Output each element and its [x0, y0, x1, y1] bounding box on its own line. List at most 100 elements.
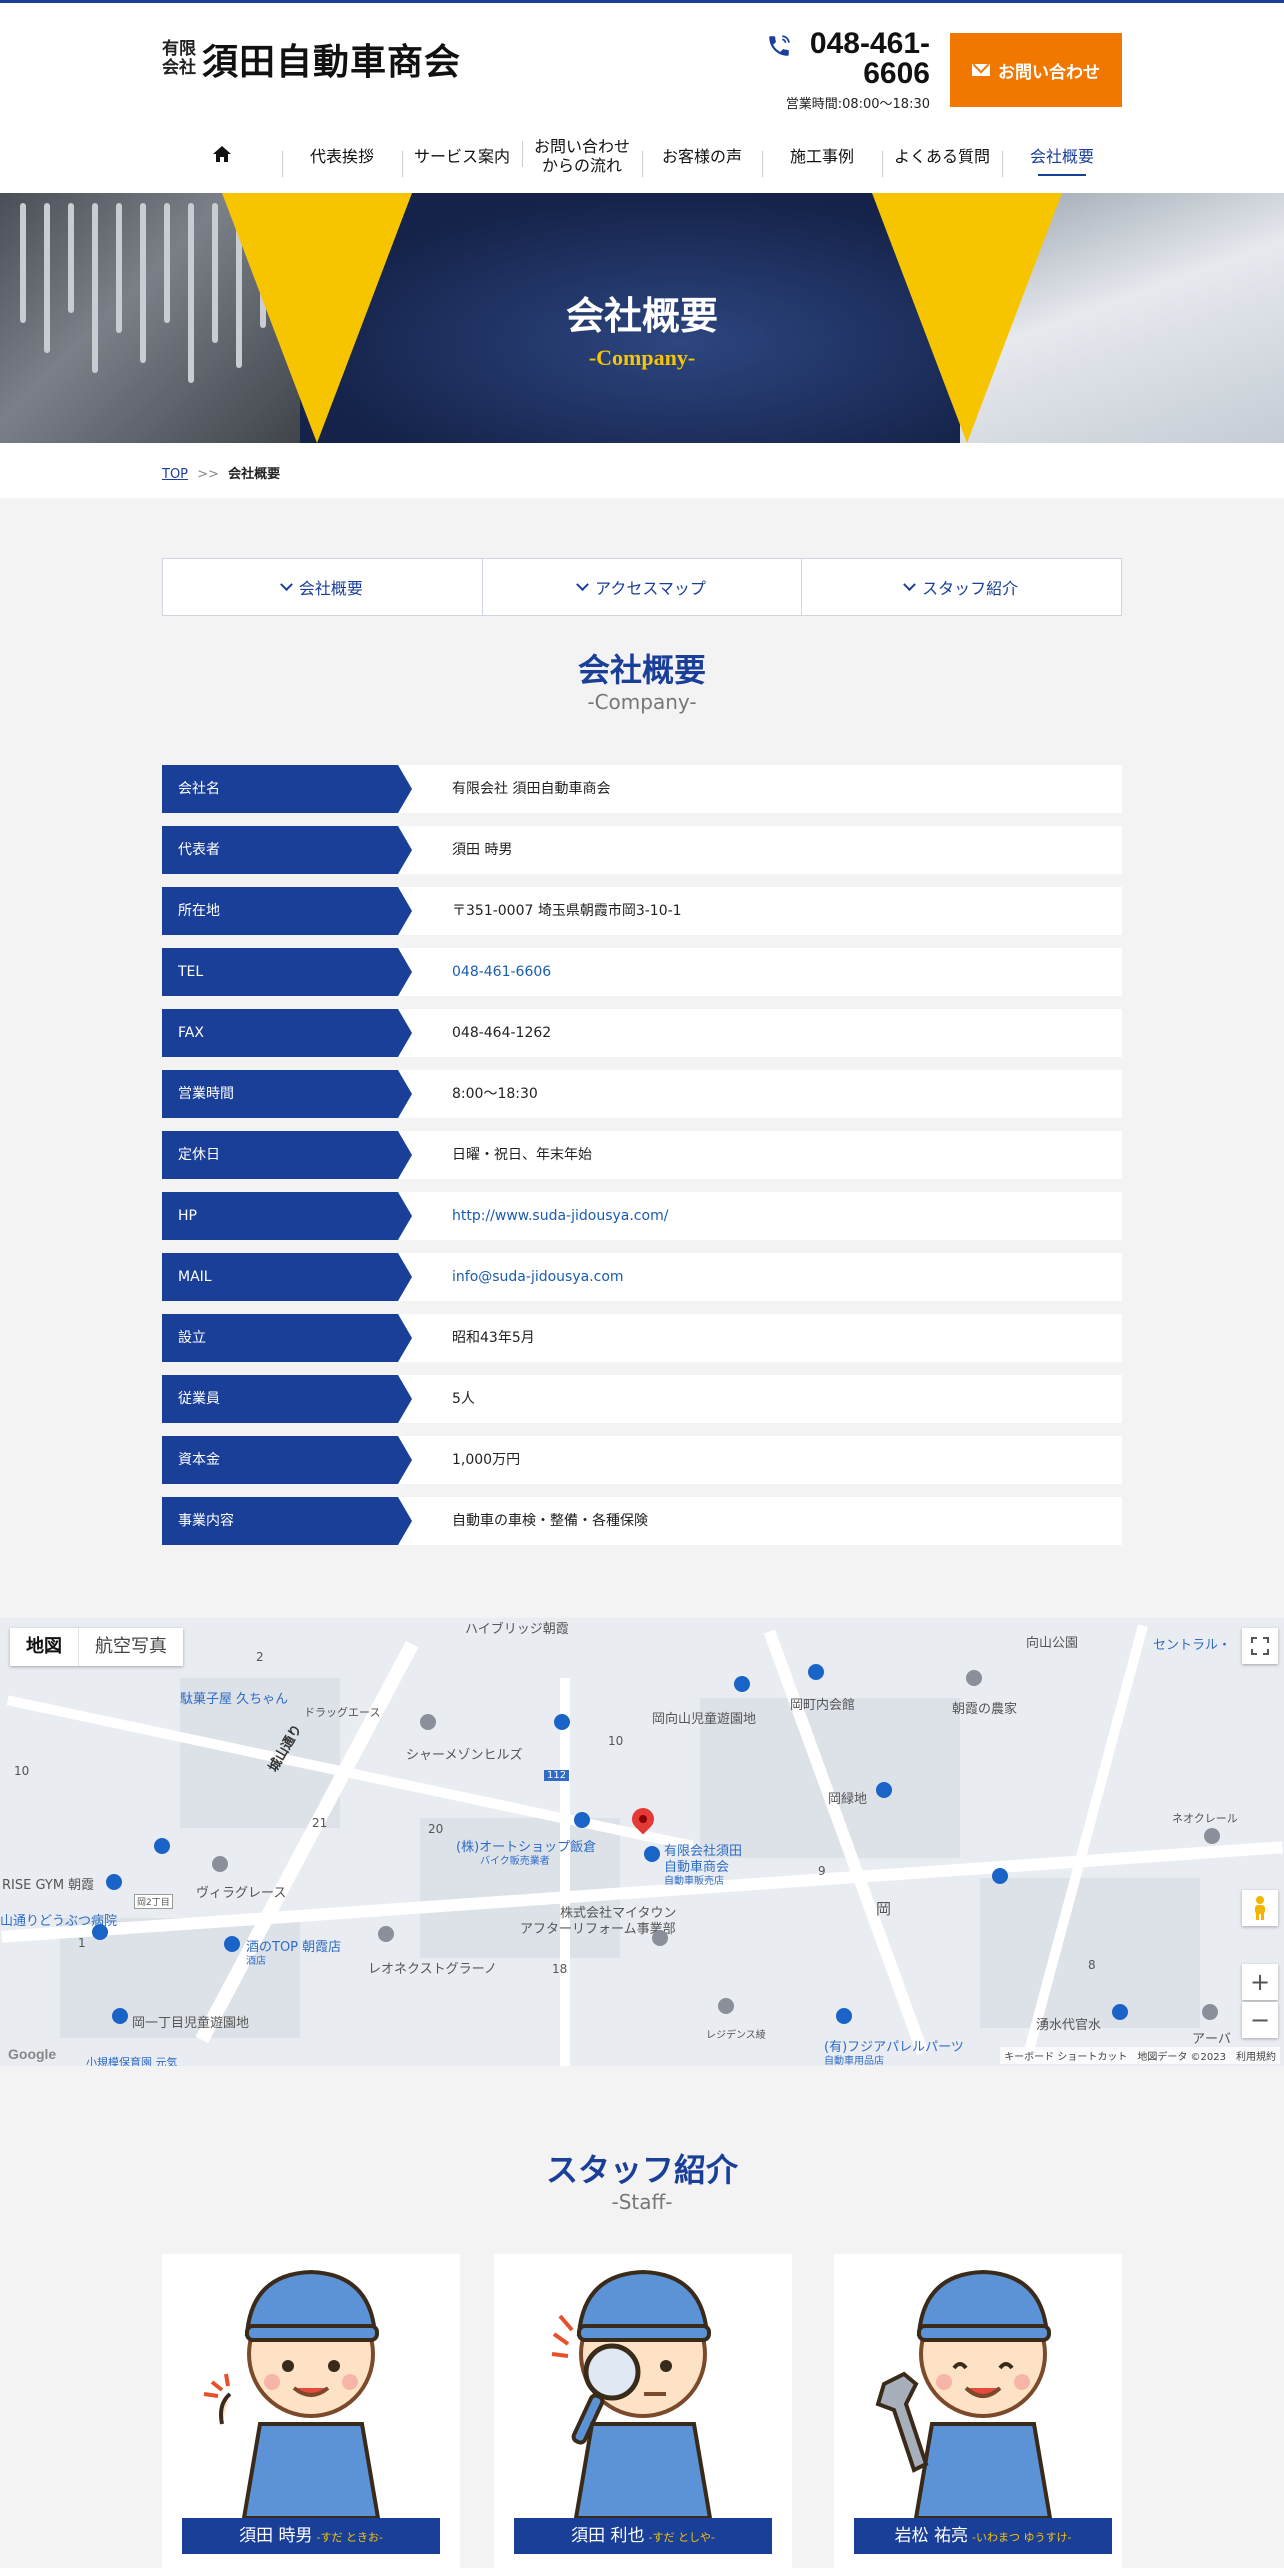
tab-company[interactable]: 会社概要	[162, 558, 483, 616]
map-poi-icon[interactable]	[808, 1664, 824, 1680]
hero-subtitle: -Company-	[588, 345, 696, 370]
zoom-in-button[interactable]: +	[1242, 1964, 1278, 2000]
company-section-title: 会社概要	[577, 651, 706, 689]
staff-card: 須田 利也 -すだ としや-	[494, 2254, 792, 2568]
breadcrumb: TOP >> 会社概要	[162, 463, 280, 482]
breadcrumb-home-link[interactable]: TOP	[162, 467, 188, 482]
company-section-subtitle: -Company-	[587, 690, 697, 714]
main-nav: 代表挨拶 サービス案内 お問い合わせ からの流れ お客様の声 施工事例 よくある…	[162, 131, 1122, 181]
table-row: 所在地 〒351-0007 埼玉県朝霞市岡3-10-1	[162, 887, 1122, 935]
map-poi-icon[interactable]	[992, 1868, 1008, 1884]
home-icon	[213, 146, 231, 162]
map-poi-icon[interactable]	[1202, 2004, 1218, 2020]
map-poi-icon[interactable]	[574, 1812, 590, 1828]
fullscreen-button[interactable]	[1242, 1628, 1278, 1664]
map-type-map-button[interactable]: 地図	[10, 1628, 78, 1666]
breadcrumb-separator: >>	[197, 467, 219, 482]
nav-services[interactable]: サービス案内	[402, 147, 522, 177]
map-poi-icon[interactable]	[212, 1856, 228, 1872]
nav-company[interactable]: 会社概要	[1002, 147, 1122, 177]
company-info-table: 会社名 有限会社 須田自動車商会 代表者 須田 時男 所在地 〒351-0007 埼玉…	[162, 765, 1122, 1558]
table-row: 資本金 1,000万円	[162, 1436, 1122, 1484]
tab-staff[interactable]: スタッフ紹介	[802, 558, 1123, 616]
nav-home[interactable]	[162, 145, 282, 167]
homepage-link[interactable]: http://www.suda-jidousya.com/	[452, 1192, 668, 1240]
nav-faq[interactable]: よくある質問	[882, 147, 1002, 177]
map-poi-icon[interactable]	[644, 1846, 660, 1862]
map-poi-icon[interactable]	[92, 1924, 108, 1940]
table-row: TEL 048-461-6606	[162, 948, 1122, 996]
table-row: 代表者 須田 時男	[162, 826, 1122, 874]
staff-illustration-pointing	[203, 2269, 381, 2520]
contact-button-label: お問い合わせ	[998, 62, 1100, 83]
map-type-control: 地図 航空写真	[10, 1628, 183, 1666]
nav-greeting[interactable]: 代表挨拶	[282, 147, 402, 177]
hero-title: 会社概要	[565, 294, 718, 338]
map-poi-icon[interactable]	[554, 1714, 570, 1730]
fullscreen-icon	[1251, 1637, 1269, 1655]
table-row: 従業員 5人	[162, 1375, 1122, 1423]
staff-name: 須田 利也 -すだ としや-	[514, 2518, 772, 2554]
staff-card: 須田 時男 -すだ ときお-	[162, 2254, 460, 2568]
phone-block[interactable]: 048-461- 6606 営業時間:08:00～18:30	[760, 29, 930, 112]
map-poi-icon[interactable]	[836, 2008, 852, 2024]
map-poi-icon[interactable]	[734, 1676, 750, 1692]
map-poi-icon[interactable]	[718, 1998, 734, 2014]
business-hours: 営業時間:08:00～18:30	[785, 97, 930, 112]
tab-access-map[interactable]: アクセスマップ	[482, 558, 803, 616]
table-row: 営業時間 8:00〜18:30	[162, 1070, 1122, 1118]
map-poi-icon[interactable]	[1112, 2004, 1128, 2020]
map-poi-icon[interactable]	[378, 1926, 394, 1942]
nav-flow[interactable]: お問い合わせ からの流れ	[522, 137, 642, 175]
table-row: HP http://www.suda-jidousya.com/	[162, 1192, 1122, 1240]
hero-banner: 会社概要 -Company-	[0, 193, 1284, 443]
breadcrumb-bar: TOP >> 会社概要	[0, 443, 1284, 498]
staff-card: 岩松 祐亮 -いわまつ ゆうすけ-	[834, 2254, 1122, 2568]
site-logo[interactable]: 有限 会社 須田自動車商会	[162, 33, 461, 85]
access-map[interactable]: 地図 航空写真 ハイブリッジ朝霞 向山公園 セントラル・ 駄菓子屋 久ちゃん ド…	[0, 1618, 1284, 2066]
email-link[interactable]: info@suda-jidousya.com	[452, 1253, 624, 1301]
map-attribution[interactable]: キーボード ショートカット 地図データ ©2023 利用規約	[1000, 2047, 1280, 2064]
table-row: MAIL info@suda-jidousya.com	[162, 1253, 1122, 1301]
street-view-button[interactable]	[1242, 1890, 1278, 1926]
chevron-down-icon	[279, 577, 293, 591]
map-poi-icon[interactable]	[224, 1936, 240, 1952]
map-poi-icon[interactable]	[112, 2008, 128, 2024]
mail-icon	[972, 64, 990, 76]
tel-link[interactable]: 048-461-6606	[452, 948, 551, 996]
chevron-down-icon	[576, 577, 590, 591]
staff-illustration-magnifier	[551, 2269, 713, 2520]
breadcrumb-current: 会社概要	[228, 467, 281, 482]
map-type-satellite-button[interactable]: 航空写真	[78, 1628, 183, 1666]
staff-name: 岩松 祐亮 -いわまつ ゆうすけ-	[854, 2518, 1112, 2554]
page-anchor-tabs: 会社概要 アクセスマップ スタッフ紹介	[162, 558, 1123, 616]
contact-button[interactable]: お問い合わせ	[950, 33, 1122, 107]
map-poi-icon[interactable]	[106, 1874, 122, 1890]
map-poi-icon[interactable]	[652, 1930, 668, 1946]
table-row: 定休日 日曜・祝日、年末年始	[162, 1131, 1122, 1179]
google-logo: Google	[8, 2046, 57, 2062]
pegman-icon	[1255, 1896, 1265, 1920]
plus-icon: +	[1249, 1968, 1271, 1996]
table-row: FAX 048-464-1262	[162, 1009, 1122, 1057]
nav-voices[interactable]: お客様の声	[642, 147, 762, 177]
minus-icon: −	[1249, 2006, 1271, 2034]
nav-works[interactable]: 施工事例	[762, 147, 882, 177]
map-poi-icon[interactable]	[420, 1714, 436, 1730]
logo-company-type: 有限 会社	[162, 39, 196, 78]
table-row: 設立 昭和43年5月	[162, 1314, 1122, 1362]
site-header: 有限 会社 須田自動車商会 048-461- 6606 営業時間:08:00～1…	[0, 3, 1284, 193]
zoom-out-button[interactable]: −	[1242, 2002, 1278, 2038]
map-poi-icon[interactable]	[1204, 1828, 1220, 1844]
map-poi-icon[interactable]	[154, 1838, 170, 1854]
table-row: 事業内容 自動車の車検・整備・各種保険	[162, 1497, 1122, 1545]
staff-name: 須田 時男 -すだ ときお-	[182, 2518, 440, 2554]
logo-name: 須田自動車商会	[202, 42, 462, 83]
map-poi-icon[interactable]	[876, 1782, 892, 1798]
map-poi-icon[interactable]	[966, 1670, 982, 1686]
staff-section-subtitle: -Staff-	[611, 2190, 673, 2214]
staff-illustration-wrench	[875, 2269, 1053, 2520]
phone-icon	[769, 35, 790, 56]
staff-section-title: スタッフ紹介	[545, 2151, 738, 2189]
chevron-down-icon	[903, 577, 917, 591]
